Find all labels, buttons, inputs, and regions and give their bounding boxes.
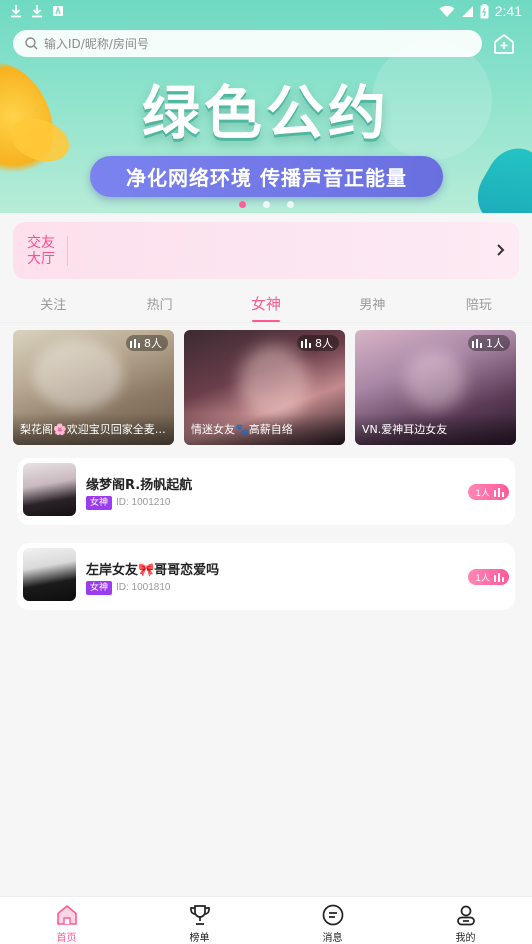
room-name: 缘梦阁R.扬帆起航 [86,478,193,493]
room-avatar [23,463,76,516]
banner-slogan: 绿色公约 [141,79,390,147]
download-icon [11,5,21,18]
featured-room-card[interactable]: 1人 VN.爱神耳边女友 [355,330,516,445]
profile-icon [456,905,475,926]
listener-count: 1人 [486,337,504,350]
room-list-item[interactable]: 缘梦阁R.扬帆起航 女神 ID: 1001210 1人 [17,458,515,525]
card-image [239,345,309,420]
create-room-icon[interactable] [492,32,516,56]
banner-subtitle: 净化网络环境 传播声音正能量 [90,156,443,197]
pagination-dot[interactable] [286,201,294,208]
audio-bars-icon [494,487,504,497]
room-title: 梨花阁🌸欢迎宝贝回家全麦… [13,413,174,445]
listener-count: 8人 [144,337,162,350]
room-name: 左岸女友🎀哥哥恋爱吗 [86,563,220,578]
divider [67,235,68,266]
listener-count-badge: 1人 [468,569,509,585]
hall-label: 交友大厅 [27,234,55,267]
clock: 2:41 [494,3,522,19]
featured-room-card[interactable]: 8人 情迷女友🐾高薪自络 [184,330,345,445]
room-avatar [23,548,76,601]
battery-icon [480,3,489,18]
trophy-icon [189,905,210,925]
category-badge: 女神 [86,496,113,510]
listener-count-badge: 8人 [297,335,339,351]
listener-count: 1人 [475,488,490,499]
room-id: ID: 1001810 [116,582,171,593]
search-icon [25,37,38,50]
nav-label: 消息 [322,933,343,944]
nav-ranking[interactable]: 榜单 [133,897,266,944]
listener-count-badge: 1人 [468,484,509,500]
nav-label: 我的 [455,933,476,944]
listener-count: 8人 [315,337,333,350]
card-image [33,340,123,410]
tab-companion[interactable]: 陪玩 [426,286,532,322]
search-input[interactable] [44,36,444,51]
room-title: VN.爱神耳边女友 [355,413,516,445]
dating-hall-card[interactable]: 交友大厅 [13,222,519,279]
audio-bars-icon [130,338,140,348]
nav-label: 榜单 [189,933,210,944]
message-icon [322,904,343,926]
pagination-dot[interactable] [238,201,246,208]
category-badge: 女神 [86,581,113,595]
signal-icon [461,5,473,17]
tab-goddess[interactable]: 女神 [213,286,319,322]
card-image [405,350,465,410]
audio-bars-icon [494,572,504,582]
divider [0,322,532,323]
nav-home[interactable]: 首页 [0,897,133,944]
tab-hot[interactable]: 热门 [106,286,212,322]
featured-rooms: 8人 梨花阁🌸欢迎宝贝回家全麦… 8人 情迷女友🐾高薪自络 1人 VN.爱神耳边… [13,330,519,445]
search-bar[interactable] [13,30,482,57]
room-id: ID: 1001210 [116,497,171,508]
audio-bars-icon [472,338,482,348]
featured-room-card[interactable]: 8人 梨花阁🌸欢迎宝贝回家全麦… [13,330,174,445]
tab-follow[interactable]: 关注 [0,286,106,322]
listener-count-badge: 1人 [468,335,510,351]
room-title: 情迷女友🐾高薪自络 [184,413,345,445]
listener-count-badge: 8人 [126,335,168,351]
pagination-dot[interactable] [262,201,270,208]
nav-profile[interactable]: 我的 [399,897,532,944]
bottom-nav: 首页 榜单 消息 我的 [0,896,532,944]
home-icon [56,905,77,925]
download-icon [32,5,42,18]
banner-pagination [0,201,532,208]
audio-bars-icon [301,338,311,348]
chevron-right-icon [497,244,505,256]
listener-count: 1人 [475,573,490,584]
status-bar: 2:41 [0,0,532,24]
category-tabs: 关注 热门 女神 男神 陪玩 [0,286,532,322]
wifi-icon [439,5,455,17]
notification-app-icon [53,5,63,16]
room-list-item[interactable]: 左岸女友🎀哥哥恋爱吗 女神 ID: 1001810 1人 [17,543,515,610]
nav-label: 首页 [56,933,77,944]
tab-god[interactable]: 男神 [319,286,425,322]
nav-messages[interactable]: 消息 [266,897,399,944]
